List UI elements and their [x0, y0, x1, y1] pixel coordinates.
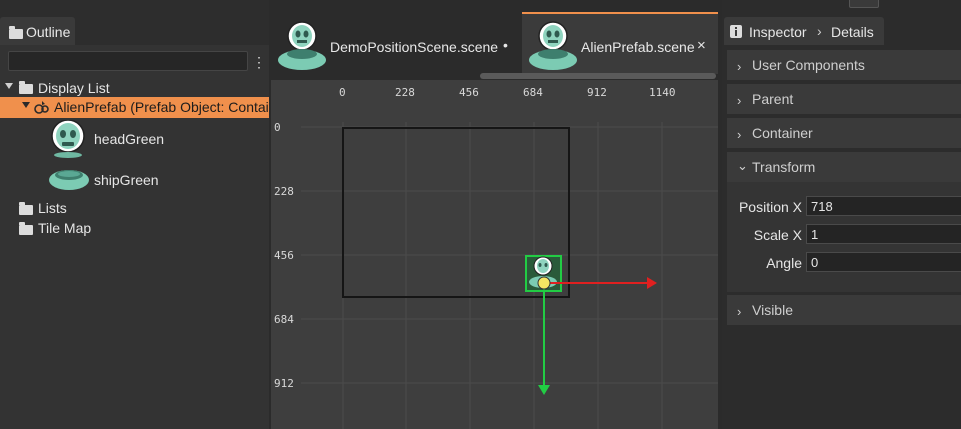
- tree-item-display-list[interactable]: Display List: [0, 78, 269, 98]
- section-title: User Components: [752, 57, 865, 73]
- chevron-right-icon: ›: [817, 23, 822, 39]
- tree-item-headgreen[interactable]: headGreen: [0, 120, 269, 158]
- alien-scene-icon: [529, 21, 577, 70]
- angle-label: Angle: [766, 255, 802, 271]
- folder-icon: [19, 81, 33, 94]
- toolbar-button[interactable]: [849, 0, 879, 8]
- chevron-right-icon: ›: [737, 59, 742, 74]
- tree-item-label: headGreen: [94, 131, 165, 147]
- tab-scrollbar[interactable]: [480, 73, 716, 79]
- chevron-right-icon: ›: [737, 93, 742, 108]
- position-x-label: Position X: [738, 199, 802, 215]
- tree-item-label: AlienPrefab (Prefab Object: Contai: [54, 99, 269, 115]
- section-title: Visible: [752, 302, 793, 318]
- ruler-y-label: 0: [274, 121, 281, 134]
- section-container[interactable]: › Container: [727, 118, 961, 148]
- section-visible[interactable]: › Visible: [727, 295, 961, 325]
- ruler-x-label: 456: [459, 86, 479, 99]
- scene-view[interactable]: 0 228 456 684 912 1140 0 228 456 684 912: [271, 80, 718, 429]
- gizmo-y-arrow-icon: [538, 385, 550, 395]
- tree-item-shipgreen[interactable]: shipGreen: [0, 164, 269, 194]
- tab-label: AlienPrefab.scene: [581, 39, 695, 55]
- tab-outline[interactable]: Outline: [0, 17, 75, 45]
- inspector-tab-label: Inspector: [749, 24, 807, 40]
- tree-item-lists[interactable]: Lists: [0, 198, 269, 218]
- ship-icon: [49, 170, 89, 190]
- ruler-y-label: 456: [274, 249, 294, 262]
- chevron-down-icon: ⌄: [737, 158, 748, 173]
- tree-item-label: Tile Map: [38, 220, 92, 236]
- section-user-components[interactable]: › User Components: [727, 50, 961, 80]
- folder-icon: [19, 202, 33, 215]
- ruler-x-label: 0: [339, 86, 346, 99]
- folder-icon: [9, 26, 23, 39]
- scale-x-label: Scale X: [753, 227, 802, 243]
- scene-grid: [301, 122, 718, 429]
- expand-arrow-icon[interactable]: [22, 102, 30, 108]
- ruler-y-label: 228: [274, 185, 294, 198]
- tree-item-label: shipGreen: [94, 172, 159, 188]
- ruler-x-label: 684: [523, 86, 543, 99]
- section-parent[interactable]: › Parent: [727, 84, 961, 114]
- section-title: Parent: [752, 91, 794, 107]
- breadcrumb-details[interactable]: Details: [831, 24, 874, 40]
- ruler-y-label: 912: [274, 377, 294, 390]
- tree-item-tile-map[interactable]: Tile Map: [0, 218, 269, 238]
- expand-arrow-icon[interactable]: [5, 83, 13, 89]
- more-options-icon[interactable]: ⋮: [252, 54, 266, 70]
- gizmo-center-handle: [537, 276, 551, 290]
- modified-dot-icon: •: [503, 37, 508, 53]
- scene-canvas[interactable]: 0 228 456 684 912 1140 0 228 456 684 912: [271, 80, 718, 429]
- tree-item-alien-prefab[interactable]: AlienPrefab (Prefab Object: Contai: [0, 97, 269, 118]
- alien-scene-icon: [278, 21, 326, 70]
- tree-item-label: Display List: [38, 80, 110, 96]
- folder-icon: [19, 222, 33, 235]
- outline-filter-input[interactable]: [8, 51, 248, 71]
- tab-inspector[interactable]: Inspector › Details: [724, 17, 884, 45]
- ruler-x-label: 912: [587, 86, 607, 99]
- position-x-field[interactable]: [806, 196, 961, 216]
- ruler-x-label: 228: [395, 86, 415, 99]
- scale-x-field[interactable]: [806, 224, 961, 244]
- tab-demo-position-scene[interactable]: DemoPositionScene.scene •: [277, 14, 520, 74]
- tab-alien-prefab-scene[interactable]: AlienPrefab.scene ×: [522, 12, 718, 74]
- ruler-y-label: 684: [274, 313, 294, 326]
- tree-item-label: Lists: [38, 200, 67, 216]
- ruler-y: 0 228 456 684 912: [274, 121, 294, 390]
- chevron-right-icon: ›: [737, 127, 742, 142]
- alien-head-icon: [51, 120, 85, 158]
- close-icon[interactable]: ×: [697, 37, 706, 54]
- outline-tab-label: Outline: [26, 24, 71, 40]
- info-icon: [730, 25, 742, 38]
- section-title: Container: [752, 125, 813, 141]
- ruler-x-label: 1140: [649, 86, 676, 99]
- prefab-icon: [34, 101, 49, 114]
- angle-field[interactable]: [806, 252, 961, 272]
- chevron-right-icon: ›: [737, 304, 742, 319]
- gizmo-x-arrow-icon: [647, 277, 657, 289]
- ruler-x: 0 228 456 684 912 1140: [339, 86, 676, 99]
- section-transform[interactable]: ⌄ Transform: [727, 152, 961, 182]
- section-title: Transform: [752, 159, 816, 175]
- tab-label: DemoPositionScene.scene: [330, 39, 499, 55]
